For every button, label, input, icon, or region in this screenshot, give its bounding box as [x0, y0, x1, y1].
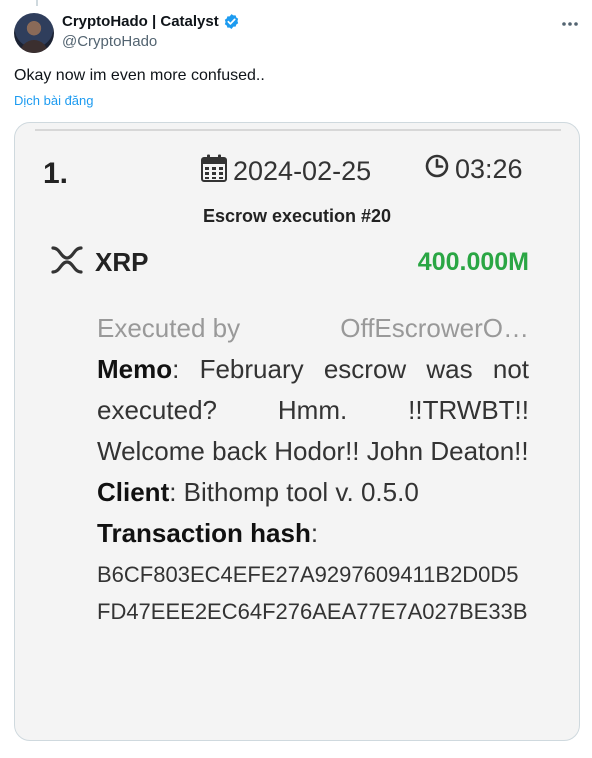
memo-label: Memo	[97, 354, 173, 384]
client-label: Client	[97, 477, 170, 507]
executed-by-row: Executed by OffEscrowerO…	[97, 308, 529, 349]
transaction-hash: B6CF803EC4EFE27A9297609411B2D0D5FD47EEE2…	[97, 562, 528, 624]
thread-line	[36, 0, 38, 6]
asset-name: XRP	[95, 247, 149, 277]
escrow-details: Executed by OffEscrowerO… Memo: February…	[97, 308, 529, 630]
memo-block: Memo: February escrow was not executed? …	[97, 349, 529, 472]
attached-image-card[interactable]: 1. 2024-02-25 03:26 Escrow execution #20…	[14, 122, 580, 741]
avatar[interactable]	[14, 13, 54, 53]
author-name-row: CryptoHado | Catalyst	[62, 13, 240, 30]
hash-label-row: Transaction hash:	[97, 513, 529, 554]
display-name[interactable]: CryptoHado | Catalyst	[62, 13, 219, 30]
escrow-amount: 400.000M	[417, 248, 529, 276]
rank-number: 1.	[43, 157, 69, 190]
date-group: 2024-02-25	[201, 154, 371, 189]
card-divider	[35, 129, 561, 131]
execution-time: 03:26	[455, 154, 523, 184]
tweet-text: Okay now im even more confused..	[14, 67, 265, 84]
translate-post-link[interactable]: Dịch bài đăng	[14, 93, 94, 108]
user-handle[interactable]: @CryptoHado	[62, 33, 157, 50]
clock-icon	[425, 154, 449, 185]
xrp-logo-icon	[51, 246, 83, 279]
executed-by-label: Executed by	[97, 313, 241, 343]
more-options-icon[interactable]	[560, 14, 580, 34]
client-text: : Bithomp tool v. 0.5.0	[169, 477, 419, 507]
calendar-icon	[201, 154, 227, 189]
time-group: 03:26	[425, 154, 523, 185]
escrow-title: Escrow execution #20	[202, 206, 392, 226]
avatar-figure	[20, 40, 48, 53]
executed-by-value: OffEscrowerO…	[340, 313, 529, 343]
hash-label: Transaction hash	[97, 518, 311, 548]
asset-row: XRP	[51, 246, 148, 279]
verified-badge-icon	[223, 13, 240, 30]
client-row: Client: Bithomp tool v. 0.5.0	[97, 472, 529, 513]
hash-colon: :	[310, 518, 319, 548]
execution-date: 2024-02-25	[233, 156, 372, 186]
